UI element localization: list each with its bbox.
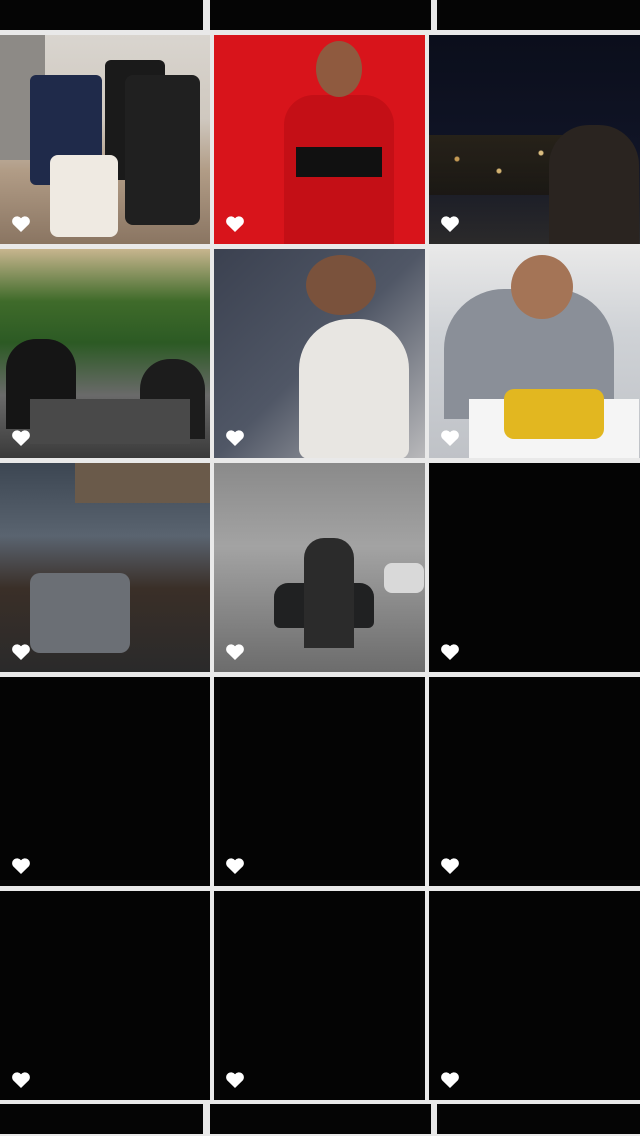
heart-icon[interactable]: [11, 429, 31, 447]
empty-tile[interactable]: [429, 463, 640, 672]
photo-grid: [0, 35, 640, 1100]
taco-photo: [429, 249, 640, 458]
heart-icon[interactable]: [440, 215, 460, 233]
photo-tile-car-showroom[interactable]: [214, 463, 425, 672]
heart-icon[interactable]: [225, 857, 245, 875]
partial-tile[interactable]: [437, 0, 640, 30]
city-night-photo: [429, 35, 640, 244]
partial-tile[interactable]: [210, 0, 431, 30]
photo-tile-city-night[interactable]: [429, 35, 640, 244]
restaurant-photo: [0, 249, 210, 458]
heart-icon[interactable]: [440, 857, 460, 875]
heart-icon[interactable]: [440, 643, 460, 661]
heart-icon[interactable]: [225, 643, 245, 661]
luggage-photo: [0, 35, 210, 244]
blank-photo: [429, 463, 640, 672]
soccer-jersey-photo: [214, 35, 425, 244]
blank-photo: [214, 677, 425, 886]
photo-tile-cat[interactable]: [214, 249, 425, 458]
heart-icon[interactable]: [11, 857, 31, 875]
heart-icon[interactable]: [225, 215, 245, 233]
empty-tile[interactable]: [0, 677, 210, 886]
blank-photo: [429, 891, 640, 1100]
blank-photo: [214, 891, 425, 1100]
empty-tile[interactable]: [429, 891, 640, 1100]
next-row-partial: [0, 1104, 640, 1134]
blank-photo: [0, 677, 210, 886]
photo-tile-restaurant[interactable]: [0, 249, 210, 458]
heart-icon[interactable]: [225, 429, 245, 447]
empty-tile[interactable]: [429, 677, 640, 886]
balcony-photo: [0, 463, 210, 672]
partial-tile[interactable]: [437, 1104, 640, 1134]
photo-grid-screen: [0, 0, 640, 1136]
blank-photo: [429, 677, 640, 886]
partial-tile[interactable]: [0, 1104, 203, 1134]
heart-icon[interactable]: [440, 429, 460, 447]
photo-tile-luggage[interactable]: [0, 35, 210, 244]
previous-row-partial: [0, 0, 640, 30]
photo-tile-taco[interactable]: [429, 249, 640, 458]
empty-tile[interactable]: [214, 677, 425, 886]
heart-icon[interactable]: [440, 1071, 460, 1089]
car-showroom-photo: [214, 463, 425, 672]
cat-photo: [214, 249, 425, 458]
heart-icon[interactable]: [225, 1071, 245, 1089]
heart-icon[interactable]: [11, 1071, 31, 1089]
partial-tile[interactable]: [210, 1104, 431, 1134]
partial-tile[interactable]: [0, 0, 203, 30]
heart-icon[interactable]: [11, 215, 31, 233]
blank-photo: [0, 891, 210, 1100]
photo-tile-balcony[interactable]: [0, 463, 210, 672]
empty-tile[interactable]: [214, 891, 425, 1100]
empty-tile[interactable]: [0, 891, 210, 1100]
heart-icon[interactable]: [11, 643, 31, 661]
photo-tile-soccer-jersey[interactable]: [214, 35, 425, 244]
